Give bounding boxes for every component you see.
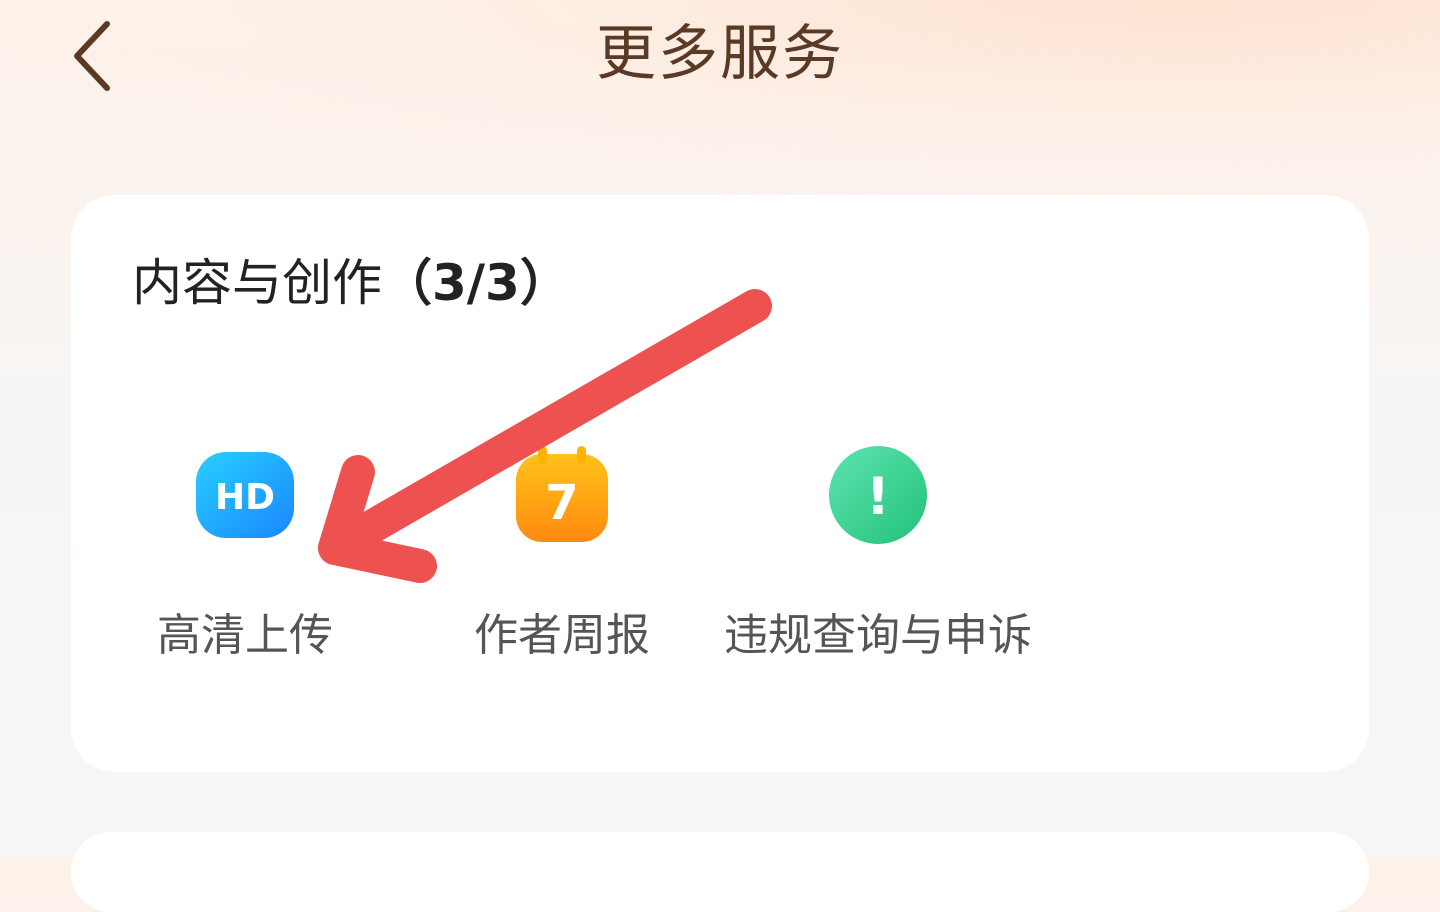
chevron-left-icon bbox=[74, 21, 110, 91]
next-section-card bbox=[71, 832, 1369, 912]
section-title-text: 内容与创作 bbox=[132, 254, 382, 312]
service-hd-upload[interactable]: HD 高清上传 bbox=[145, 440, 345, 670]
section-count: （3/3） bbox=[382, 254, 570, 312]
service-violation-appeal[interactable]: ! 违规查询与申诉 bbox=[708, 440, 1048, 670]
back-button[interactable] bbox=[52, 14, 132, 98]
service-label: 作者周报 bbox=[474, 610, 650, 661]
service-label: 违规查询与申诉 bbox=[724, 610, 1032, 661]
exclamation-icon: ! bbox=[823, 440, 933, 550]
service-label: 高清上传 bbox=[157, 610, 333, 661]
svg-text:7: 7 bbox=[545, 475, 578, 531]
section-title: 内容与创作（3/3） bbox=[132, 250, 570, 316]
page-title: 更多服务 bbox=[596, 19, 844, 89]
hd-icon: HD bbox=[190, 440, 300, 550]
svg-text:HD: HD bbox=[215, 477, 275, 518]
service-author-weekly[interactable]: 7 作者周报 bbox=[462, 440, 662, 670]
svg-text:!: ! bbox=[866, 467, 890, 527]
calendar-icon: 7 bbox=[507, 440, 617, 550]
